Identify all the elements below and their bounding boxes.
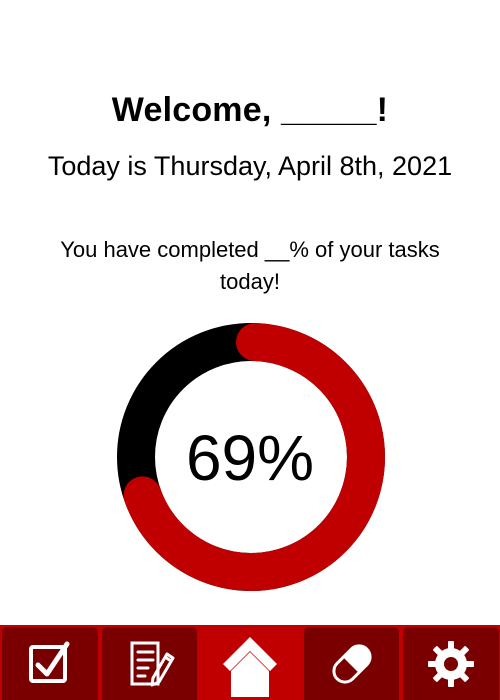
- nav-tasks-button[interactable]: [2, 627, 98, 700]
- welcome-title: Welcome, _____!: [111, 91, 389, 129]
- edit-list-icon: [124, 638, 176, 690]
- bottom-navigation: [0, 625, 500, 700]
- nav-settings-button[interactable]: [403, 627, 499, 700]
- date-line: Today is Thursday, April 8th, 2021: [47, 151, 453, 181]
- nav-home-button[interactable]: [200, 627, 300, 700]
- checkbox-icon: [24, 638, 76, 690]
- nav-notes-button[interactable]: [102, 627, 197, 700]
- progress-percentage: 69%: [185, 422, 315, 494]
- nav-medication-button[interactable]: [304, 627, 399, 700]
- pill-icon: [326, 638, 378, 690]
- completion-message: You have completed __% of your tasks tod…: [60, 237, 440, 294]
- home-icon: [217, 631, 283, 697]
- gear-icon: [425, 638, 477, 690]
